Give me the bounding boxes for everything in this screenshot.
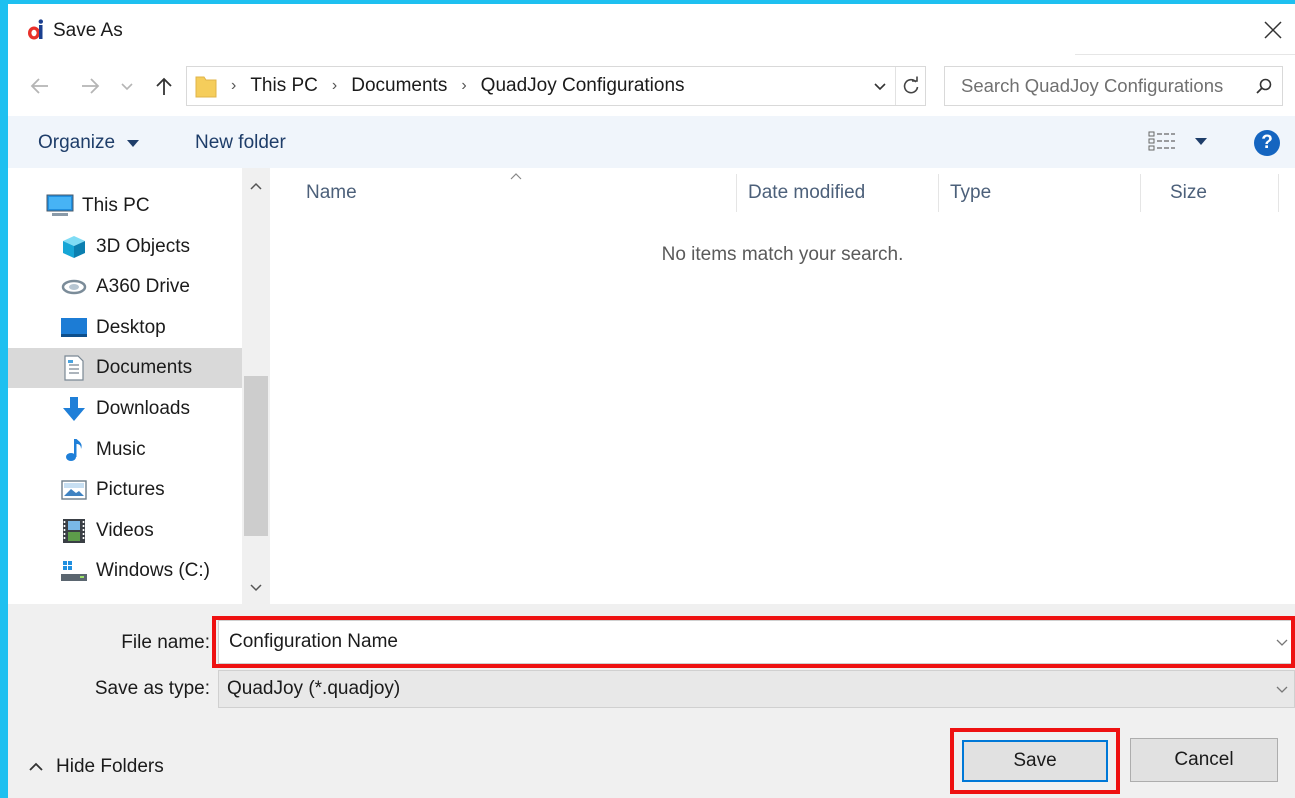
- save-as-type-label: Save as type:: [94, 678, 210, 699]
- search-box[interactable]: Search QuadJoy Configurations: [944, 66, 1283, 106]
- forward-button[interactable]: [76, 72, 104, 100]
- forward-arrow-icon: [82, 78, 100, 94]
- save-form: File name: Configuration Name Save as ty…: [8, 604, 1295, 798]
- scrollbar-thumb[interactable]: [244, 376, 268, 536]
- sidebar-item-pictures[interactable]: Pictures: [8, 470, 242, 510]
- breadcrumb-this-pc[interactable]: This PC: [250, 75, 318, 97]
- sidebar-item-label: Pictures: [96, 479, 165, 500]
- sort-ascending-icon: [510, 168, 522, 183]
- organize-button[interactable]: Organize: [38, 132, 140, 154]
- column-divider[interactable]: [736, 174, 737, 212]
- hide-folders-label: Hide Folders: [56, 756, 164, 777]
- sidebar-item-label: Downloads: [96, 398, 190, 419]
- breadcrumb-separator: ›: [331, 77, 338, 94]
- address-bar-controls: [865, 67, 925, 105]
- dialog-title: Save As: [53, 20, 123, 41]
- sidebar-item-label: 3D Objects: [96, 236, 190, 257]
- breadcrumb-documents[interactable]: Documents: [351, 75, 447, 97]
- computer-icon: [46, 193, 74, 219]
- film-icon: [60, 518, 88, 544]
- address-bar[interactable]: › This PC › Documents › QuadJoy Configur…: [186, 66, 926, 106]
- sidebar-item-label: This PC: [82, 195, 150, 216]
- download-arrow-icon: [60, 396, 88, 422]
- change-view-button[interactable]: [1148, 130, 1208, 152]
- navigation-bar: › This PC › Documents › QuadJoy Configur…: [8, 60, 1295, 112]
- title-bar: Save As: [8, 4, 1295, 56]
- chevron-down-icon: [874, 83, 886, 91]
- address-dropdown-button[interactable]: [865, 67, 895, 105]
- sidebar-item-documents[interactable]: Documents: [8, 348, 242, 388]
- column-divider[interactable]: [1140, 174, 1141, 212]
- breadcrumb-quadjoy-configurations[interactable]: QuadJoy Configurations: [481, 75, 685, 97]
- folder-icon: [195, 76, 217, 98]
- app-icon: [28, 19, 43, 40]
- sidebar-item-a360-drive[interactable]: A360 Drive: [8, 267, 242, 307]
- title-separator: [1075, 54, 1295, 55]
- sidebar-item-label: Windows (C:): [96, 560, 211, 581]
- recent-locations-button[interactable]: [116, 72, 138, 100]
- sidebar-item-3d-objects[interactable]: 3D Objects: [8, 227, 242, 267]
- cube-icon: [60, 234, 88, 260]
- hide-folders-button[interactable]: Hide Folders: [28, 756, 164, 778]
- sidebar-item-this-pc[interactable]: This PC: [8, 186, 242, 226]
- sidebar-item-music[interactable]: Music: [8, 430, 242, 470]
- sidebar-item-label: Music: [96, 439, 146, 460]
- column-divider[interactable]: [1278, 174, 1279, 212]
- sidebar-item-windows-c[interactable]: Windows (C:): [8, 551, 242, 591]
- refresh-button[interactable]: [895, 67, 925, 105]
- column-divider[interactable]: [938, 174, 939, 212]
- sidebar-item-label: Videos: [96, 520, 154, 541]
- music-note-icon: [60, 437, 88, 463]
- close-button[interactable]: [1251, 4, 1295, 56]
- column-header-type[interactable]: Type: [950, 182, 991, 204]
- sidebar-item-label: Documents: [96, 357, 193, 378]
- caret-down-icon: [1195, 138, 1207, 145]
- file-name-highlight: [212, 616, 1295, 668]
- up-arrow-icon: [156, 77, 172, 95]
- chevron-up-icon: [29, 762, 43, 771]
- column-header-size[interactable]: Size: [1170, 182, 1207, 204]
- empty-message: No items match your search.: [661, 244, 904, 265]
- breadcrumb-separator: ›: [231, 77, 237, 94]
- chevron-down-icon: [121, 83, 133, 91]
- navigation-pane-scrollbar[interactable]: [242, 168, 270, 604]
- search-input[interactable]: Search QuadJoy Configurations: [945, 75, 1246, 97]
- file-name-label: File name:: [121, 632, 210, 653]
- picture-icon: [60, 477, 88, 503]
- save-as-type-select[interactable]: QuadJoy (*.quadjoy): [218, 670, 1295, 708]
- search-icon[interactable]: [1246, 77, 1282, 95]
- column-header-date-modified[interactable]: Date modified: [748, 182, 865, 204]
- navigation-pane: This PC 3D Objects A360 Drive Desktop Do…: [8, 168, 270, 604]
- document-icon: [60, 355, 88, 381]
- new-folder-button[interactable]: New folder: [195, 132, 286, 154]
- sidebar-item-label: Desktop: [96, 317, 166, 338]
- sidebar-item-label: A360 Drive: [96, 276, 190, 297]
- drive-icon: [60, 558, 88, 584]
- close-icon: [1264, 21, 1282, 39]
- sidebar-item-videos[interactable]: Videos: [8, 511, 242, 551]
- organize-label: Organize: [38, 132, 116, 153]
- refresh-icon: [903, 76, 918, 94]
- back-button[interactable]: [26, 72, 54, 100]
- back-arrow-icon: [30, 78, 48, 94]
- file-list: Name Date modified Type Size No items ma…: [270, 168, 1295, 604]
- sidebar-item-desktop[interactable]: Desktop: [8, 308, 242, 348]
- chevron-down-icon[interactable]: [1270, 682, 1294, 697]
- cloud-drive-icon: [60, 274, 88, 300]
- cancel-button[interactable]: Cancel: [1130, 738, 1278, 782]
- caret-down-icon: [127, 140, 140, 147]
- details-view-icon: [1148, 131, 1175, 151]
- save-as-dialog: Save As › This PC › Documents › QuadJoy …: [8, 4, 1295, 798]
- up-button[interactable]: [150, 72, 178, 100]
- scroll-up-arrow-icon[interactable]: [242, 174, 270, 198]
- save-button-highlight: [950, 728, 1120, 794]
- breadcrumb-separator: ›: [461, 77, 467, 94]
- desktop-icon: [60, 315, 88, 341]
- scroll-down-arrow-icon[interactable]: [242, 576, 270, 600]
- save-as-type-value: QuadJoy (*.quadjoy): [227, 678, 401, 699]
- help-icon[interactable]: ?: [1254, 130, 1280, 156]
- column-header-name[interactable]: Name: [306, 182, 357, 204]
- sidebar-item-downloads[interactable]: Downloads: [8, 389, 242, 429]
- command-bar: Organize New folder ?: [8, 116, 1295, 168]
